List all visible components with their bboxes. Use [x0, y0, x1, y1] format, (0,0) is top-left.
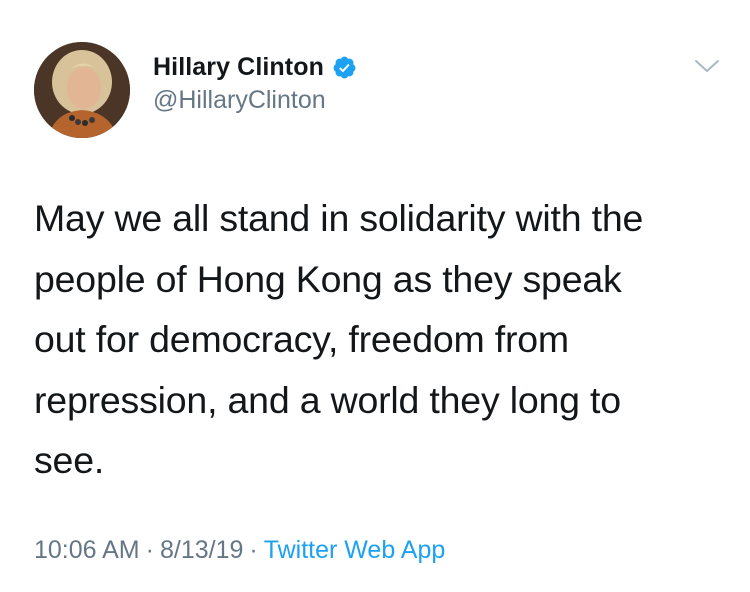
chevron-down-icon[interactable] — [694, 56, 720, 76]
verified-badge-icon — [332, 55, 357, 80]
tweet-card: Hillary Clinton @HillaryClinton May we a… — [0, 0, 750, 592]
author-name-row: Hillary Clinton — [153, 50, 357, 84]
tweet-time[interactable]: 10:06 AM — [34, 536, 140, 564]
meta-separator: · — [145, 536, 154, 564]
author-handle[interactable]: @HillaryClinton — [153, 86, 326, 115]
tweet-date[interactable]: 8/13/19 — [160, 536, 243, 564]
display-name[interactable]: Hillary Clinton — [153, 53, 324, 82]
avatar-portrait — [34, 42, 130, 138]
tweet-source-link[interactable]: Twitter Web App — [264, 536, 446, 564]
tweet-text: May we all stand in solidarity with the … — [34, 197, 644, 481]
avatar[interactable] — [34, 42, 130, 138]
meta-separator: · — [249, 536, 258, 564]
tweet-meta: 10:06 AM · 8/13/19 · Twitter Web App — [34, 536, 445, 565]
